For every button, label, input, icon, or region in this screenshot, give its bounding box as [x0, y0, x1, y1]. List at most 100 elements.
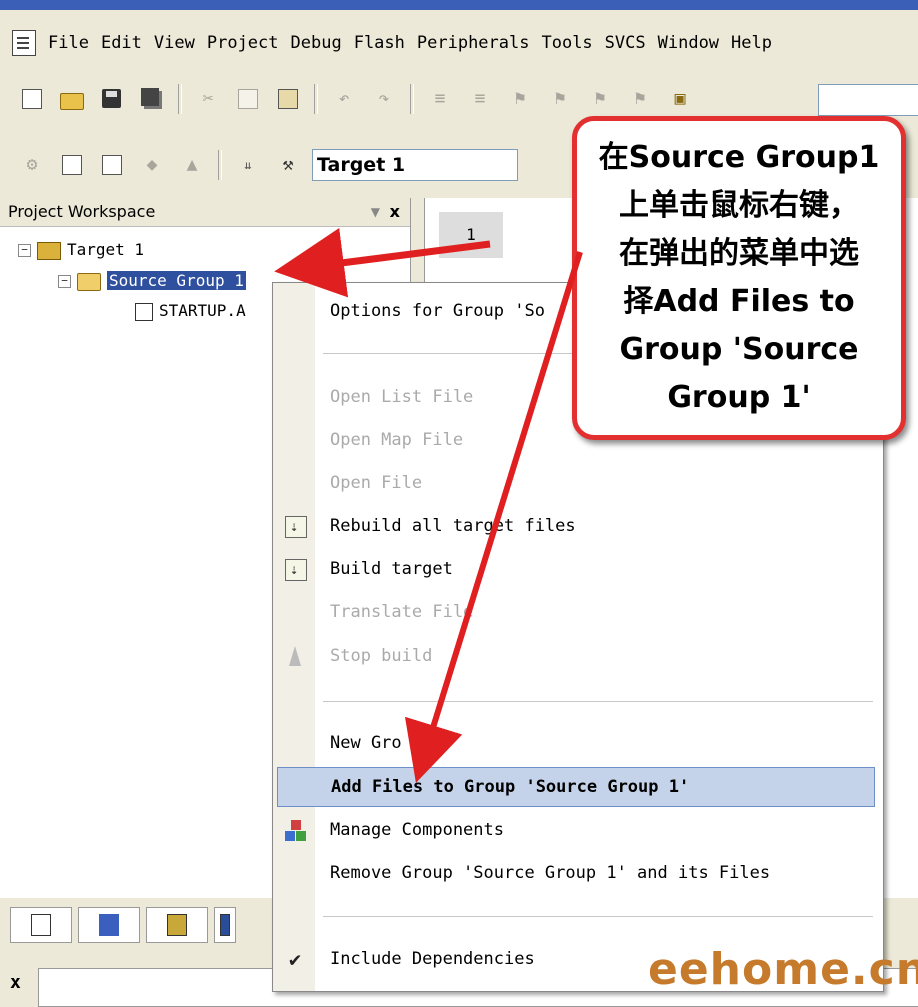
- menu-edit[interactable]: Edit: [95, 33, 148, 53]
- batch-build-button[interactable]: ◆: [139, 152, 165, 178]
- rebuild-all-button[interactable]: [99, 152, 125, 178]
- tab-files[interactable]: [10, 907, 72, 943]
- menu-item-label: Open File: [330, 473, 423, 493]
- menu-debug[interactable]: Debug: [285, 33, 348, 53]
- menu-item-label: Translate File: [330, 602, 474, 622]
- build-target-button[interactable]: [59, 152, 85, 178]
- watermark: eehome.cn: [648, 944, 918, 995]
- pin-icon[interactable]: ▼: [371, 198, 380, 226]
- menu-tools[interactable]: Tools: [535, 33, 598, 53]
- find-combo-input[interactable]: [818, 84, 918, 116]
- menu-item-label: Build target: [330, 559, 453, 579]
- menu-flash[interactable]: Flash: [348, 33, 411, 53]
- save-all-icon: [141, 88, 159, 106]
- menu-item-label: New Gro: [330, 733, 402, 753]
- paste-button[interactable]: [275, 86, 301, 112]
- tree-item-source-group[interactable]: − Source Group 1: [58, 269, 246, 293]
- bookmark-prev-button[interactable]: ⚑: [547, 86, 573, 112]
- menu-open-file[interactable]: Open File: [273, 465, 883, 501]
- tree-item-target[interactable]: − Target 1: [18, 238, 144, 262]
- target-options-button[interactable]: ⚒: [275, 152, 301, 178]
- menu-item-label: Stop build: [330, 646, 433, 666]
- target-select[interactable]: Target 1: [312, 149, 518, 181]
- stop-build-icon: [289, 646, 301, 666]
- output-close-button[interactable]: x: [10, 972, 21, 993]
- bookmark-icon: ⚑: [514, 88, 526, 109]
- menu-rebuild-all[interactable]: Rebuild all target files: [273, 508, 883, 545]
- redo-button[interactable]: ↷: [371, 86, 397, 112]
- bookmark-clear-button[interactable]: ⚑: [627, 86, 653, 112]
- bookmark-clear-icon: ⚑: [634, 88, 646, 109]
- collapse-icon[interactable]: −: [58, 275, 71, 288]
- toolbar-separator: [410, 84, 414, 114]
- redo-icon: ↷: [378, 88, 390, 109]
- checkmark-icon: ✔: [288, 947, 302, 971]
- find-in-files-button[interactable]: ▣: [667, 86, 693, 112]
- menu-view[interactable]: View: [148, 33, 201, 53]
- download-button[interactable]: ⇊: [235, 152, 261, 178]
- bookmark-next-button[interactable]: ⚑: [587, 86, 613, 112]
- save-button[interactable]: [99, 86, 125, 112]
- menu-item-label: Remove Group 'Source Group 1' and its Fi…: [330, 863, 771, 883]
- toolbar-separator: [178, 84, 182, 114]
- menu-separator: [323, 701, 873, 702]
- annotation-callout: 在Source Group1 上单击鼠标右键， 在弹出的菜单中选 择Add Fi…: [572, 116, 906, 440]
- tree-item-file[interactable]: STARTUP.A: [135, 299, 246, 323]
- menu-stop-build[interactable]: Stop build: [273, 638, 883, 674]
- undo-button[interactable]: ↶: [331, 86, 357, 112]
- tree-file-label: STARTUP.A: [159, 301, 246, 320]
- open-file-button[interactable]: [59, 86, 85, 112]
- target-icon: [37, 241, 61, 260]
- collapse-icon[interactable]: −: [18, 244, 31, 257]
- menu-manage-components[interactable]: Manage Components: [273, 812, 883, 848]
- tab-registers[interactable]: [78, 907, 140, 943]
- stop-build-button[interactable]: ▲: [179, 152, 205, 178]
- books-icon: [167, 914, 187, 936]
- load-icon: ⇊: [244, 158, 252, 172]
- translate-icon: ⚙: [26, 154, 38, 175]
- cut-button[interactable]: ✂: [195, 86, 221, 112]
- line-number: 1: [439, 212, 503, 258]
- tab-books[interactable]: [146, 907, 208, 943]
- components-icon: [285, 820, 307, 842]
- menu-new-group[interactable]: New Gro: [273, 725, 883, 761]
- menu-help[interactable]: Help: [725, 33, 778, 53]
- tab-functions[interactable]: [214, 907, 236, 943]
- menu-translate-file[interactable]: Translate File: [273, 594, 883, 630]
- batch-build-icon: ◆: [146, 154, 158, 175]
- menu-project[interactable]: Project: [201, 33, 285, 53]
- menu-peripherals[interactable]: Peripherals: [411, 33, 536, 53]
- menu-item-label: Rebuild all target files: [330, 516, 576, 536]
- menu-add-files-to-group[interactable]: Add Files to Group 'Source Group 1': [277, 767, 875, 807]
- bookmark-button[interactable]: ⚑: [507, 86, 533, 112]
- menu-svcs[interactable]: SVCS: [599, 33, 652, 53]
- translate-button[interactable]: ⚙: [19, 152, 45, 178]
- registers-icon: [99, 914, 119, 936]
- new-file-button[interactable]: [19, 86, 45, 112]
- find-icon: ▣: [674, 88, 686, 109]
- copy-button[interactable]: [235, 86, 261, 112]
- new-file-icon: [22, 89, 42, 109]
- rebuild-icon: [285, 509, 307, 545]
- unindent-icon: ≡: [474, 88, 486, 109]
- menu-build-target[interactable]: Build target: [273, 551, 883, 588]
- save-all-button[interactable]: [139, 86, 165, 112]
- menu-item-label: Options for Group 'So: [330, 301, 545, 321]
- workspace-close-button[interactable]: x: [390, 198, 400, 226]
- document-icon: [12, 30, 36, 56]
- menu-item-label: Add Files to Group 'Source Group 1': [331, 777, 690, 797]
- workspace-tabs: [10, 900, 280, 950]
- unindent-button[interactable]: ≡: [467, 86, 493, 112]
- open-folder-icon: [60, 93, 84, 110]
- menu-file[interactable]: File: [42, 33, 95, 53]
- menu-remove-group[interactable]: Remove Group 'Source Group 1' and its Fi…: [273, 855, 883, 891]
- menu-separator: [323, 916, 873, 917]
- undo-icon: ↶: [338, 88, 350, 109]
- toolbar-separator: [314, 84, 318, 114]
- menu-item-label: Open List File: [330, 387, 474, 407]
- functions-icon: [220, 914, 230, 936]
- menu-window[interactable]: Window: [652, 33, 725, 53]
- workspace-title: Project Workspace: [8, 202, 156, 221]
- indent-button[interactable]: ≡: [427, 86, 453, 112]
- save-disk-icon: [102, 89, 121, 108]
